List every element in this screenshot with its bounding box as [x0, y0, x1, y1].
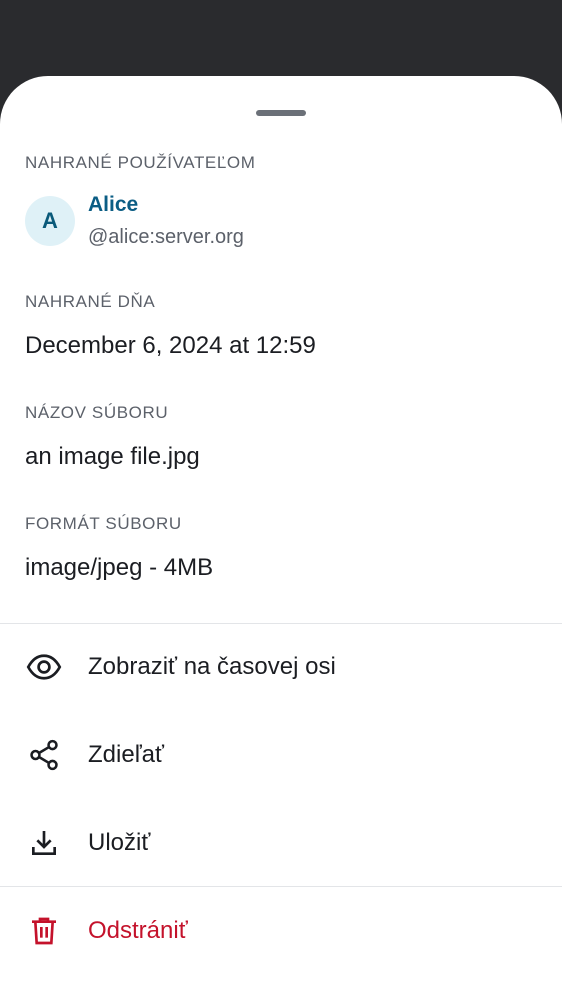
delete-button[interactable]: Odstrániť: [0, 891, 562, 971]
uploaded-on-value: December 6, 2024 at 12:59: [25, 332, 316, 359]
uploader-name: Alice: [88, 193, 139, 216]
file-name-value: an image file.jpg: [25, 443, 200, 470]
file-name-section-label: NÁZOV SÚBORU: [25, 403, 169, 422]
uploaded-on-section-label: NAHRANÉ DŇA: [25, 292, 156, 311]
divider: [0, 886, 562, 887]
share-label: Zdieľať: [88, 741, 165, 768]
view-in-timeline-label: Zobraziť na časovej osi: [88, 653, 336, 680]
divider: [0, 623, 562, 624]
avatar: A: [25, 196, 75, 246]
uploader-section-label: NAHRANÉ POUŽÍVATEĽOM: [25, 153, 256, 172]
download-icon: [26, 825, 62, 861]
trash-icon: [26, 913, 62, 949]
background-scrim[interactable]: [0, 0, 562, 76]
avatar-letter: A: [42, 208, 58, 233]
save-button[interactable]: Uložiť: [0, 803, 562, 883]
uploader-user-id: @alice:server.org: [88, 226, 244, 248]
view-in-timeline-button[interactable]: Zobraziť na časovej osi: [0, 627, 562, 707]
share-button[interactable]: Zdieľať: [0, 715, 562, 795]
drag-handle[interactable]: [256, 110, 306, 116]
delete-label: Odstrániť: [88, 917, 188, 944]
file-format-value: image/jpeg - 4MB: [25, 554, 214, 581]
eye-icon: [26, 649, 62, 685]
share-icon: [26, 737, 62, 773]
media-details-bottom-sheet: NAHRANÉ POUŽÍVATEĽOM A Alice @alice:serv…: [0, 76, 562, 1000]
file-format-section-label: FORMÁT SÚBORU: [25, 514, 182, 533]
save-label: Uložiť: [88, 829, 151, 856]
